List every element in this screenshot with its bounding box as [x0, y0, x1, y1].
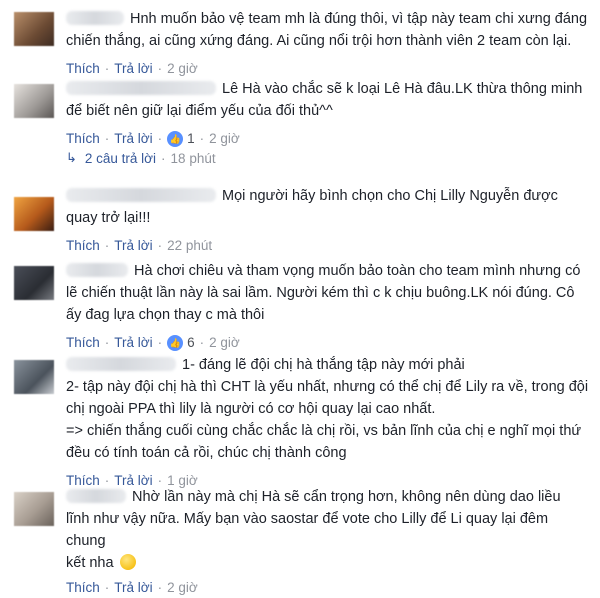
commenter-name[interactable]	[66, 188, 216, 202]
reply-link[interactable]: Trả lời	[114, 236, 152, 256]
comment-text: Lê Hà vào chắc sẽ k loại Lê Hà đâu.LK th…	[66, 81, 583, 119]
like-link[interactable]: Thích	[66, 236, 100, 256]
blushing-kiss-emoji-icon	[119, 554, 136, 570]
avatar[interactable]	[14, 12, 54, 46]
like-link[interactable]: Thích	[66, 59, 100, 79]
reply-arrow-icon: ↳	[66, 150, 77, 165]
avatar[interactable]	[14, 360, 54, 394]
commenter-name[interactable]	[66, 81, 216, 95]
avatar[interactable]	[14, 492, 54, 526]
comment-text: Nhờ lần này mà chị Hà sẽ cẩn trọng hơn, …	[66, 489, 561, 571]
reply-link[interactable]: Trả lời	[114, 59, 152, 79]
reply-link[interactable]: Trả lời	[114, 129, 152, 149]
reply-link[interactable]: Trả lời	[114, 578, 152, 598]
like-count[interactable]: 6	[187, 333, 195, 353]
reply-link[interactable]: Trả lời	[114, 333, 152, 353]
like-link[interactable]: Thích	[66, 333, 100, 353]
like-reaction-icon[interactable]: 👍	[167, 335, 184, 351]
commenter-name[interactable]	[66, 357, 176, 371]
timestamp[interactable]: 2 giờ	[167, 59, 198, 79]
timestamp[interactable]: 2 giờ	[209, 129, 240, 149]
timestamp[interactable]: 22 phút	[167, 236, 212, 256]
like-link[interactable]: Thích	[66, 578, 100, 598]
avatar[interactable]	[14, 266, 54, 300]
comment-actions: Thích · Trả lời · 2 giờ	[66, 59, 590, 79]
comment-text: 1- đáng lẽ đội chị hà thắng tập này mới …	[66, 357, 589, 461]
timestamp[interactable]: 2 giờ	[209, 333, 240, 353]
commenter-name[interactable]	[66, 11, 124, 25]
comment-thread: Hnh muốn bảo vệ team mh là đúng thôi, vì…	[0, 0, 600, 595]
view-replies-link[interactable]: ↳ 2 câu trả lời · 18 phút	[66, 150, 216, 166]
comment-text: Hà chơi chiêu và tham vọng muốn bảo toàn…	[66, 263, 581, 323]
commenter-name[interactable]	[66, 263, 128, 277]
like-count[interactable]: 1	[187, 129, 195, 149]
comment-text: Hnh muốn bảo vệ team mh là đúng thôi, vì…	[66, 11, 588, 49]
comment-actions: Thích · Trả lời · 👍 1 · 2 giờ	[66, 129, 590, 149]
avatar[interactable]	[14, 84, 54, 118]
timestamp[interactable]: 2 giờ	[167, 578, 198, 598]
like-link[interactable]: Thích	[66, 129, 100, 149]
comment-actions: Thích · Trả lời · 2 giờ	[66, 578, 590, 598]
comment-actions: Thích · Trả lời · 22 phút	[66, 236, 590, 256]
comment-actions: Thích · Trả lời · 👍 6 · 2 giờ	[66, 333, 590, 353]
avatar[interactable]	[14, 197, 54, 231]
comment-text: Mọi người hãy bình chọn cho Chị Lilly Ng…	[66, 188, 558, 226]
like-reaction-icon[interactable]: 👍	[167, 131, 184, 147]
commenter-name[interactable]	[66, 489, 126, 503]
replies-timestamp: 18 phút	[170, 150, 216, 166]
